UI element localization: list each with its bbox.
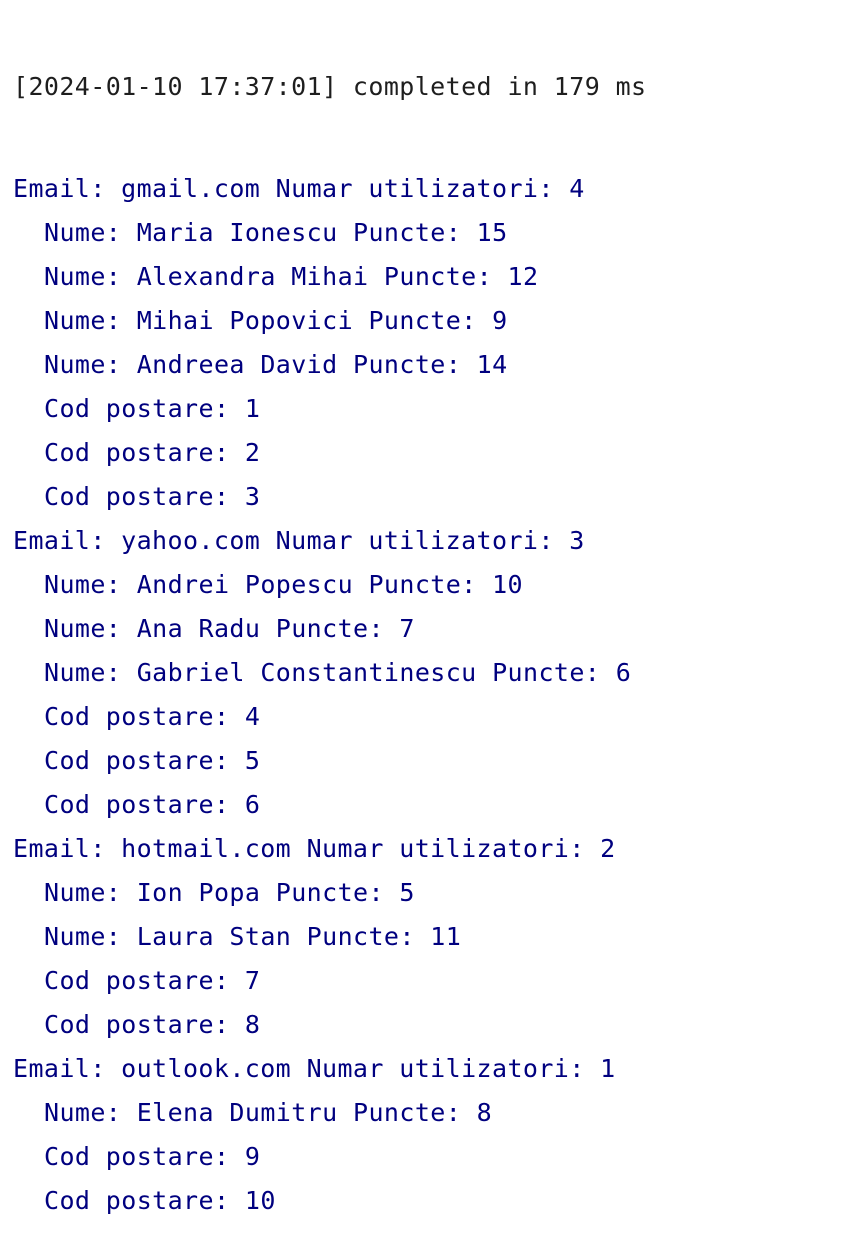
post-code-line: Cod postare: 2 — [44, 438, 261, 467]
user-line: Nume: Laura Stan Puncte: 11 — [44, 922, 462, 951]
email-group-line: Email: hotmail.com Numar utilizatori: 2 — [13, 834, 616, 863]
post-code-line: Cod postare: 4 — [44, 702, 261, 731]
user-line: Nume: Mihai Popovici Puncte: 9 — [44, 306, 508, 335]
user-line: Nume: Ion Popa Puncte: 5 — [44, 878, 415, 907]
post-code-line: Cod postare: 10 — [44, 1186, 276, 1215]
post-code-line: Cod postare: 8 — [44, 1010, 261, 1039]
email-group-line: Email: yahoo.com Numar utilizatori: 3 — [13, 526, 585, 555]
console-output[interactable]: [2024-01-10 17:37:01] completed in 179 m… — [13, 7, 843, 1252]
output-lines: Email: gmail.com Numar utilizatori: 4 Num… — [13, 167, 843, 1223]
post-code-line: Cod postare: 9 — [44, 1142, 261, 1171]
run-status-line: [2024-01-10 17:37:01] completed in 179 m… — [13, 72, 647, 101]
user-line: Nume: Andrei Popescu Puncte: 10 — [44, 570, 523, 599]
user-line: Nume: Andreea David Puncte: 14 — [44, 350, 508, 379]
user-line: Nume: Maria Ionescu Puncte: 15 — [44, 218, 508, 247]
post-code-line: Cod postare: 7 — [44, 966, 261, 995]
user-line: Nume: Gabriel Constantinescu Puncte: 6 — [44, 658, 632, 687]
post-code-line: Cod postare: 3 — [44, 482, 261, 511]
post-code-line: Cod postare: 6 — [44, 790, 261, 819]
user-line: Nume: Elena Dumitru Puncte: 8 — [44, 1098, 493, 1127]
post-code-line: Cod postare: 5 — [44, 746, 261, 775]
user-line: Nume: Ana Radu Puncte: 7 — [44, 614, 415, 643]
email-group-line: Email: gmail.com Numar utilizatori: 4 — [13, 174, 585, 203]
user-line: Nume: Alexandra Mihai Puncte: 12 — [44, 262, 539, 291]
email-group-line: Email: outlook.com Numar utilizatori: 1 — [13, 1054, 616, 1083]
post-code-line: Cod postare: 1 — [44, 394, 261, 423]
